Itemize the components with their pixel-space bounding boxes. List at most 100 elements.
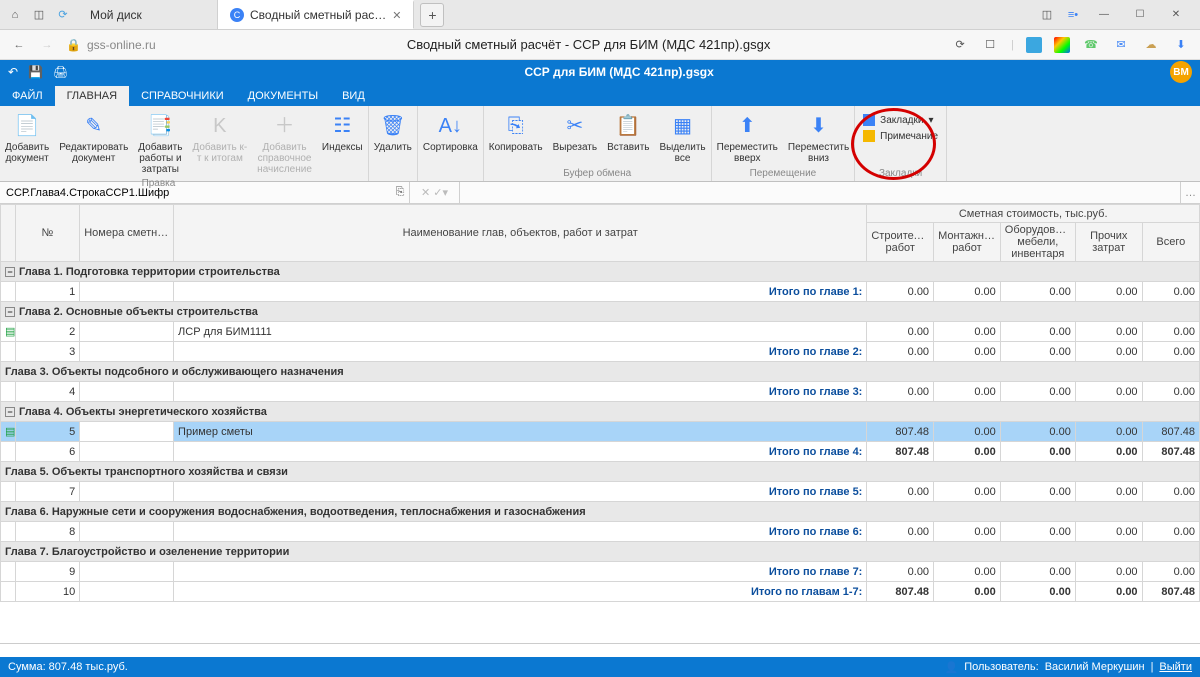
add-works-button[interactable]: 📑Добавить работы и затраты [133,106,187,177]
url-text: gss-online.ru [87,38,156,52]
whatsapp-icon[interactable]: ☎ [1082,36,1100,54]
indexes-icon: ☷ [328,112,356,140]
group-3-header[interactable]: Глава 3. Объекты подсобного и обслуживаю… [1,362,1200,382]
coeff-icon: K [206,112,234,140]
table-row[interactable]: 7Итого по главе 5:0.000.000.000.000.00 [1,482,1200,502]
col-no[interactable]: № [15,205,80,262]
home-icon[interactable]: ⌂ [6,6,24,24]
new-tab-button[interactable]: + [420,3,444,27]
select-all-button[interactable]: ▦Выделить все [654,106,710,167]
move-up-button[interactable]: ⬆Переместить вверх [712,106,783,167]
main-grid[interactable]: № Номера сметных расчетов и смет Наимено… [0,204,1200,644]
group-1-header[interactable]: −Глава 1. Подготовка территории строител… [1,262,1200,282]
status-bar: Сумма: 807.48 тыс.руб. 👤 Пользователь: В… [0,657,1200,677]
bookmark-icon [863,114,875,126]
edit-document-button[interactable]: ✎Редактировать документ [54,106,133,177]
select-all-icon: ▦ [669,112,697,140]
group-2-header[interactable]: −Глава 2. Основные объекты строительства [1,302,1200,322]
table-row[interactable]: 3Итого по главе 2:0.000.000.000.000.00 [1,342,1200,362]
group-4-header[interactable]: −Глава 4. Объекты энергетического хозяйс… [1,402,1200,422]
ext-1-icon[interactable] [1026,37,1042,53]
col-cost-group: Сметная стоимость, тыс.руб. [867,205,1200,223]
forward-icon[interactable]: → [38,36,56,54]
reload-icon[interactable]: ⟳ [951,36,969,54]
doc-icon: ▤ [1,322,16,342]
col-montazh[interactable]: Монтажных работ [934,223,1001,262]
add-document-button[interactable]: 📄Добавить документ [0,106,54,177]
bread-icon[interactable]: ☁ [1142,36,1160,54]
table-row[interactable]: ▤2ЛСР для БИМ11110.000.000.000.000.00 [1,322,1200,342]
browser-tab-1[interactable]: Мой диск [78,0,218,29]
col-name[interactable]: Наименование глав, объектов, работ и зат… [174,205,867,262]
maximize-button[interactable]: ☐ [1126,9,1154,20]
browser-tab-2[interactable]: С Сводный сметный рас… ✕ [218,0,414,29]
tab-ref[interactable]: СПРАВОЧНИКИ [129,86,236,106]
table-row[interactable]: 4Итого по главе 3:0.000.000.000.000.00 [1,382,1200,402]
sort-button[interactable]: A↓Сортировка [418,106,483,178]
collapse-icon[interactable]: − [5,307,15,317]
tab-doc[interactable]: ДОКУМЕНТЫ [236,86,330,106]
browser-titlebar: ⌂ ◫ ⟳ Мой диск С Сводный сметный рас… ✕ … [0,0,1200,30]
refresh-icon[interactable]: ⟳ [54,6,72,24]
note-button[interactable]: Примечание [855,128,946,144]
close-button[interactable]: ✕ [1162,9,1190,20]
table-row[interactable]: 8Итого по главе 6:0.000.000.000.000.00 [1,522,1200,542]
group-bookmarks-caption: Закладки [855,167,946,181]
table-row-selected[interactable]: ▤5Пример сметы807.480.000.000.00807.48 [1,422,1200,442]
col-stroit[interactable]: Строительных работ [867,223,934,262]
logout-link[interactable]: Выйти [1159,661,1192,674]
table-row[interactable]: 1Итого по главе 1:0.000.000.000.000.00 [1,282,1200,302]
col-vsego[interactable]: Всего [1142,223,1199,262]
col-oborud[interactable]: Оборудования, мебели, инвентаря [1000,223,1075,262]
col-nums[interactable]: Номера сметных расчетов и смет [80,205,174,262]
tab-home[interactable]: ГЛАВНАЯ [55,86,129,106]
move-down-button[interactable]: ⬇Переместить вниз [783,106,854,167]
app-header: ↶ 💾 🖨 ССР для БИМ (МДС 421пр).gsgx ВМ [0,60,1200,84]
menu-icon[interactable]: ≡• [1064,6,1082,24]
url-box[interactable]: 🔒 gss-online.ru [66,38,226,52]
bookmark-icon[interactable]: ☐ [981,36,999,54]
table-row[interactable]: 6Итого по главе 4:807.480.000.000.00807.… [1,442,1200,462]
group-7-header[interactable]: Глава 7. Благоустройство и озеленение те… [1,542,1200,562]
indexes-button[interactable]: ☷Индексы [317,106,368,178]
tab-label: Сводный сметный рас… [250,8,386,22]
table-row[interactable]: 9Итого по главе 7:0.000.000.000.000.00 [1,562,1200,582]
new-window-icon[interactable]: ◫ [30,6,48,24]
formula-input[interactable] [460,187,1180,199]
group-5-header[interactable]: Глава 5. Объекты транспортного хозяйства… [1,462,1200,482]
tab-close-icon[interactable]: ✕ [392,9,401,22]
back-icon[interactable]: ← [10,36,28,54]
paste-button[interactable]: 📋Вставить [602,106,654,167]
group-pravka-caption: Правка [0,177,317,191]
copy-icon: ⎘ [502,112,530,140]
collapse-icon[interactable]: − [5,407,15,417]
user-avatar[interactable]: ВМ [1170,61,1192,83]
print-icon[interactable]: 🖨 [53,65,68,79]
collapse-icon[interactable]: − [5,267,15,277]
download-icon[interactable]: ⬇ [1172,36,1190,54]
clipboard-icon: 📋 [614,112,642,140]
ext-2-icon[interactable] [1054,37,1070,53]
group-6-header[interactable]: Глава 6. Наружные сети и сооружения водо… [1,502,1200,522]
page-title: Сводный сметный расчёт - ССР для БИМ (МД… [236,37,941,52]
mail-icon[interactable]: ✉ [1112,36,1130,54]
col-prochih[interactable]: Прочих затрат [1075,223,1142,262]
note-icon [863,130,875,142]
minimize-button[interactable]: — [1090,9,1118,20]
delete-button[interactable]: 🗑Удалить [369,106,417,178]
copy-button[interactable]: ⎘Копировать [484,106,548,167]
ribbon: 📄Добавить документ ✎Редактировать докуме… [0,106,1200,182]
lock-icon: 🔒 [66,38,81,52]
tab-file[interactable]: ФАЙЛ [0,86,55,106]
cut-button[interactable]: ✂Вырезать [548,106,602,167]
expand-formula-icon[interactable]: … [1181,187,1200,199]
add-coeff-button: KДобавить к- т к итогам [187,106,252,177]
table-row[interactable]: 10Итого по главам 1-7:807.480.000.000.00… [1,582,1200,602]
panel-icon[interactable]: ◫ [1038,6,1056,24]
copy-path-icon[interactable]: ⎘ [391,184,409,202]
bookmarks-button[interactable]: Закладки ▾ [855,112,946,128]
status-sum: Сумма: 807.48 тыс.руб. [8,661,128,673]
save-icon[interactable]: 💾 [28,65,43,79]
tab-view[interactable]: ВИД [330,86,377,106]
undo-icon[interactable]: ↶ [8,65,18,79]
